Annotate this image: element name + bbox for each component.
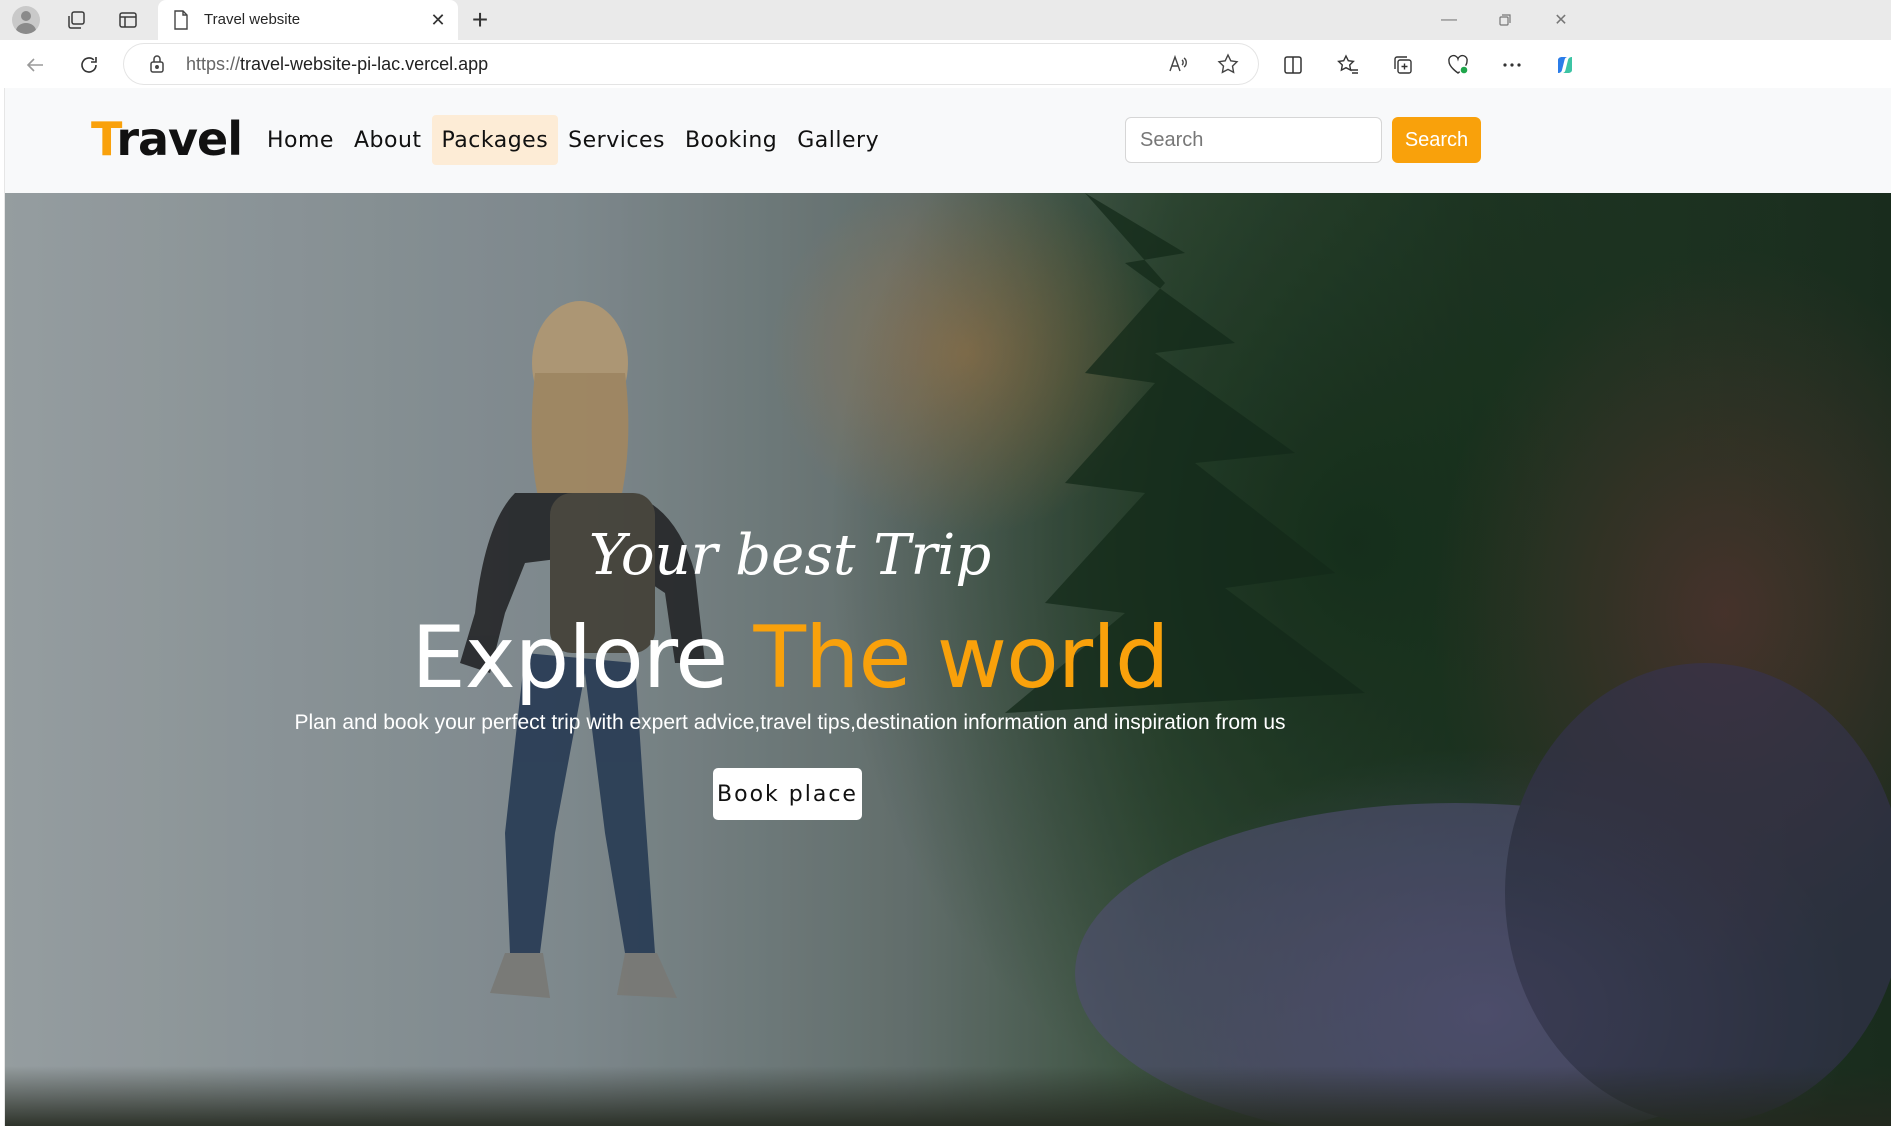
hero-content: Your best Trip Explore The world Plan an… bbox=[5, 193, 1891, 1126]
profile-avatar[interactable] bbox=[12, 6, 40, 34]
favorite-star-icon[interactable] bbox=[1214, 50, 1242, 78]
book-place-button[interactable]: Book place bbox=[713, 768, 862, 820]
main-menu: Home About Packages Services Booking Gal… bbox=[257, 115, 889, 165]
page-viewport: Travel Home About Packages Services Book… bbox=[4, 88, 1891, 1126]
search-input[interactable] bbox=[1125, 117, 1382, 163]
hero-section: Your best Trip Explore The world Plan an… bbox=[5, 193, 1891, 1126]
close-icon[interactable]: ✕ bbox=[426, 8, 450, 32]
page-icon bbox=[172, 10, 190, 35]
split-screen-icon[interactable] bbox=[1276, 48, 1310, 82]
new-tab-icon[interactable]: + bbox=[466, 4, 494, 36]
url-scheme: https:// bbox=[186, 54, 241, 74]
browser-essentials-icon[interactable] bbox=[1441, 48, 1475, 82]
logo-first-letter: T bbox=[91, 112, 117, 166]
restore-icon[interactable] bbox=[1490, 8, 1520, 32]
headline-white-text: Explore bbox=[411, 608, 754, 708]
menu-item-booking[interactable]: Booking bbox=[675, 115, 787, 165]
address-bar[interactable]: https://travel-website-pi-lac.vercel.app bbox=[124, 44, 1258, 84]
tab-actions-icon[interactable] bbox=[112, 4, 144, 36]
logo-rest: ravel bbox=[116, 112, 243, 166]
site-logo[interactable]: Travel bbox=[91, 112, 243, 166]
read-aloud-icon[interactable] bbox=[1164, 50, 1192, 78]
menu-item-services[interactable]: Services bbox=[558, 115, 675, 165]
headline-accent-text: The world bbox=[753, 608, 1169, 708]
lock-icon[interactable] bbox=[148, 54, 168, 74]
hero-headline: Explore The world bbox=[5, 608, 1575, 708]
menu-item-gallery[interactable]: Gallery bbox=[787, 115, 889, 165]
browser-toolbar: https://travel-website-pi-lac.vercel.app bbox=[0, 40, 1891, 88]
workspaces-icon[interactable] bbox=[60, 4, 92, 36]
copilot-icon[interactable] bbox=[1548, 48, 1582, 82]
site-navbar: Travel Home About Packages Services Book… bbox=[5, 88, 1891, 193]
browser-tab-bar: Travel website ✕ + — ✕ bbox=[0, 0, 1891, 40]
menu-item-home[interactable]: Home bbox=[257, 115, 344, 165]
active-tab[interactable]: Travel website ✕ bbox=[158, 0, 458, 40]
hero-subtitle: Your best Trip bbox=[588, 523, 992, 588]
url-text[interactable]: https://travel-website-pi-lac.vercel.app bbox=[186, 54, 488, 75]
refresh-icon[interactable] bbox=[72, 48, 106, 82]
minimize-icon[interactable]: — bbox=[1434, 8, 1464, 32]
tab-title: Travel website bbox=[204, 11, 301, 28]
favorites-icon[interactable] bbox=[1331, 48, 1365, 82]
menu-item-about[interactable]: About bbox=[344, 115, 432, 165]
back-icon[interactable] bbox=[18, 48, 52, 82]
hero-tagline: Plan and book your perfect trip with exp… bbox=[294, 711, 1286, 734]
collections-icon[interactable] bbox=[1386, 48, 1420, 82]
window-close-icon[interactable]: ✕ bbox=[1546, 8, 1576, 32]
menu-item-packages[interactable]: Packages bbox=[431, 115, 559, 165]
search-button[interactable]: Search bbox=[1392, 117, 1481, 163]
url-host: travel-website-pi-lac.vercel.app bbox=[240, 54, 489, 74]
more-icon[interactable] bbox=[1495, 48, 1529, 82]
